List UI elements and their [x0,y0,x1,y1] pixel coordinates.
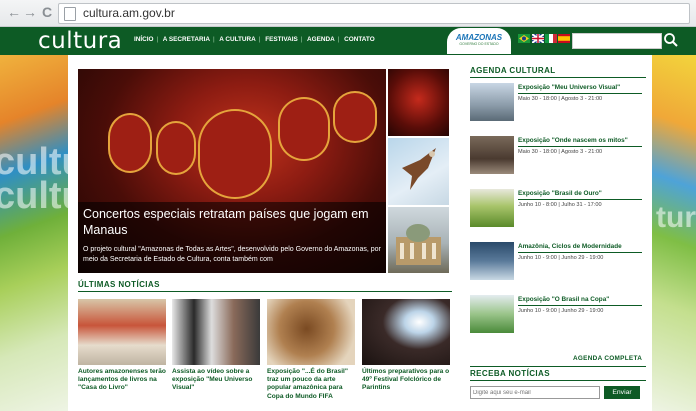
page-icon [64,7,76,21]
agenda-complete-link[interactable]: AGENDA COMPLETA [573,355,642,362]
agenda-item-2[interactable]: Exposição "Onde nascem os mitos" Maio 30… [470,136,646,181]
decoration-word-right: tura [656,201,696,234]
reload-button[interactable]: C [39,4,55,20]
agenda-bottom-divider [470,366,646,367]
agenda-divider [470,77,646,78]
content-panel: Concertos especiais retratam países que … [68,55,652,411]
url-text: cultura.am.gov.br [83,6,175,20]
nav-festivais[interactable]: FESTIVAIS [265,36,298,43]
left-decoration: cultura cultura [0,55,121,411]
news-item-2[interactable]: Assista ao vídeo sobre a exposição "Meu … [172,299,260,393]
uk-flag-icon[interactable] [532,34,544,43]
newsletter-divider [470,380,646,381]
amazonas-government-logo[interactable]: AMAZONAS GOVERNO DO ESTADO [447,28,511,54]
news-item-3[interactable]: Exposição "...É do Brasil" traz um pouco… [267,299,355,401]
newsletter-title: RECEBA NOTÍCIAS [470,369,550,378]
nav-agenda[interactable]: AGENDA [307,36,335,43]
nav-secretaria[interactable]: A SECRETARIA [163,36,210,43]
right-decoration: tura [652,55,696,411]
send-button[interactable]: Enviar [604,386,640,399]
news-item-1[interactable]: Autores amazonenses terão lançamentos de… [78,299,166,393]
hero-thumbnail-3[interactable] [388,207,449,273]
hero-thumbnail-1[interactable] [388,69,449,136]
agenda-item-4[interactable]: Amazônia, Ciclos de Modernidade Junho 10… [470,242,646,287]
browser-toolbar: ← → C cultura.am.gov.br [0,0,696,27]
hero-title[interactable]: Concertos especiais retratam países que … [83,206,383,238]
nav-contato[interactable]: CONTATO [344,36,375,43]
hero-description: O projeto cultural "Amazonas de Todas as… [83,246,381,263]
news-item-4[interactable]: Últimos preparativos para o 49º Festival… [362,299,450,393]
agenda-title: AGENDA CULTURAL [470,66,556,75]
latest-news-divider [78,291,452,292]
hero-caption: Concertos especiais retratam países que … [78,202,386,273]
email-field[interactable] [470,386,600,399]
nav-inicio[interactable]: INÍCIO [134,36,154,43]
forward-button[interactable]: → [22,4,38,20]
brazil-flag-icon[interactable] [518,34,530,43]
site-logo[interactable]: cultura [38,28,122,54]
nav-cultura[interactable]: A CULTURA [219,36,256,43]
latest-news-title: ÚLTIMAS NOTÍCIAS [78,280,160,289]
italy-flag-icon[interactable] [545,34,557,43]
back-button[interactable]: ← [6,4,22,20]
hero-banner[interactable]: Concertos especiais retratam países que … [78,69,386,273]
search-icon[interactable] [662,31,680,49]
search-input[interactable] [572,33,662,49]
spain-flag-icon[interactable] [558,34,570,43]
agenda-item-1[interactable]: Exposição "Meu Universo Visual" Maio 30 … [470,83,646,128]
address-bar[interactable]: cultura.am.gov.br [58,3,690,24]
main-nav: INÍCIO | A SECRETARIA | A CULTURA | FESTIVA… [134,36,375,43]
agenda-item-3[interactable]: Exposição "Brasil de Ouro" Junho 10 - 8:… [470,189,646,234]
agenda-item-5[interactable]: Exposição "O Brasil na Copa" Junho 10 - … [470,295,646,340]
hero-thumbnail-2[interactable] [388,138,449,205]
